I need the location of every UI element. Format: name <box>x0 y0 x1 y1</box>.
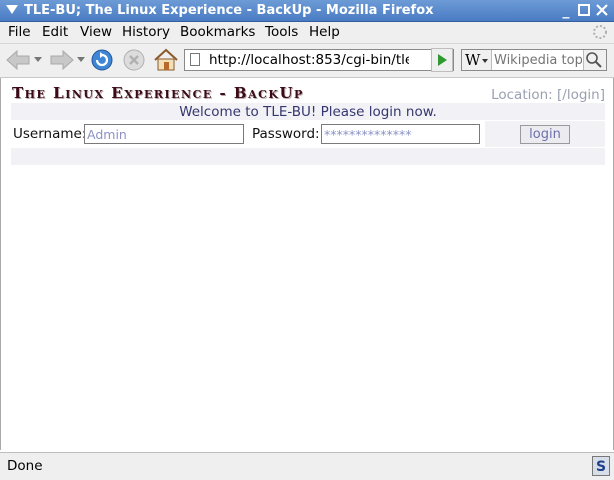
magnifier-icon <box>586 52 602 68</box>
search-box[interactable]: W <box>461 49 607 71</box>
menu-edit[interactable]: Edit <box>42 24 68 40</box>
menu-help[interactable]: Help <box>309 24 340 40</box>
menu-tools[interactable]: Tools <box>265 24 298 40</box>
maximize-icon[interactable] <box>576 3 592 19</box>
window-titlebar: TLE-BU; The Linux Experience - BackUp - … <box>0 0 614 22</box>
menu-history[interactable]: History <box>122 24 170 40</box>
username-input[interactable] <box>85 125 243 143</box>
address-bar[interactable]: http://localhost:853/cgi-bin/tle-b <box>184 49 454 71</box>
location-link[interactable]: [/login] <box>557 87 605 103</box>
throbber-icon <box>593 25 607 39</box>
url-text[interactable]: http://localhost:853/cgi-bin/tle-b <box>209 52 409 68</box>
window-menu-icon[interactable] <box>6 5 18 14</box>
back-dropdown-icon[interactable] <box>34 57 42 63</box>
search-input[interactable] <box>494 51 582 69</box>
back-icon[interactable] <box>5 49 33 71</box>
site-banner: The Linux Experience - BackUp <box>12 84 304 102</box>
username-field-box <box>84 124 244 144</box>
search-go-button[interactable] <box>583 50 606 70</box>
stop-icon[interactable] <box>122 48 146 72</box>
search-engine-selector[interactable]: W <box>462 50 492 70</box>
form-footer-row <box>11 148 605 165</box>
home-icon[interactable] <box>153 48 179 72</box>
login-button-cell: login <box>485 121 605 147</box>
status-bar: Done S <box>0 452 614 480</box>
forward-icon[interactable] <box>47 49 75 71</box>
password-input[interactable] <box>322 125 479 143</box>
menubar: File Edit View History Bookmarks Tools H… <box>0 22 614 44</box>
welcome-row: Welcome to TLE-BU! Please login now. <box>11 103 605 120</box>
password-field-box <box>321 124 480 144</box>
location-indicator: Location: [/login] <box>491 87 605 103</box>
go-icon[interactable] <box>431 48 453 72</box>
forward-dropdown-icon[interactable] <box>77 57 85 63</box>
menu-view[interactable]: View <box>80 24 112 40</box>
menu-file[interactable]: File <box>8 24 31 40</box>
login-form: Username: Password: login <box>11 121 605 147</box>
password-label: Password: <box>252 126 320 142</box>
close-icon[interactable] <box>594 3 610 19</box>
welcome-message: Welcome to TLE-BU! Please login now. <box>179 104 437 120</box>
menu-bookmarks[interactable]: Bookmarks <box>180 24 255 40</box>
page-content: The Linux Experience - BackUp Location: … <box>0 78 614 450</box>
window-title: TLE-BU; The Linux Experience - BackUp - … <box>24 3 434 18</box>
page-icon <box>190 53 200 66</box>
minimize-icon[interactable]: _ <box>558 3 574 19</box>
s-status-icon[interactable]: S <box>592 456 610 476</box>
navigation-toolbar: http://localhost:853/cgi-bin/tle-b W <box>0 44 614 78</box>
status-text: Done <box>7 458 43 474</box>
username-label: Username: <box>13 126 87 142</box>
reload-icon[interactable] <box>90 48 114 72</box>
login-button[interactable]: login <box>520 125 570 144</box>
